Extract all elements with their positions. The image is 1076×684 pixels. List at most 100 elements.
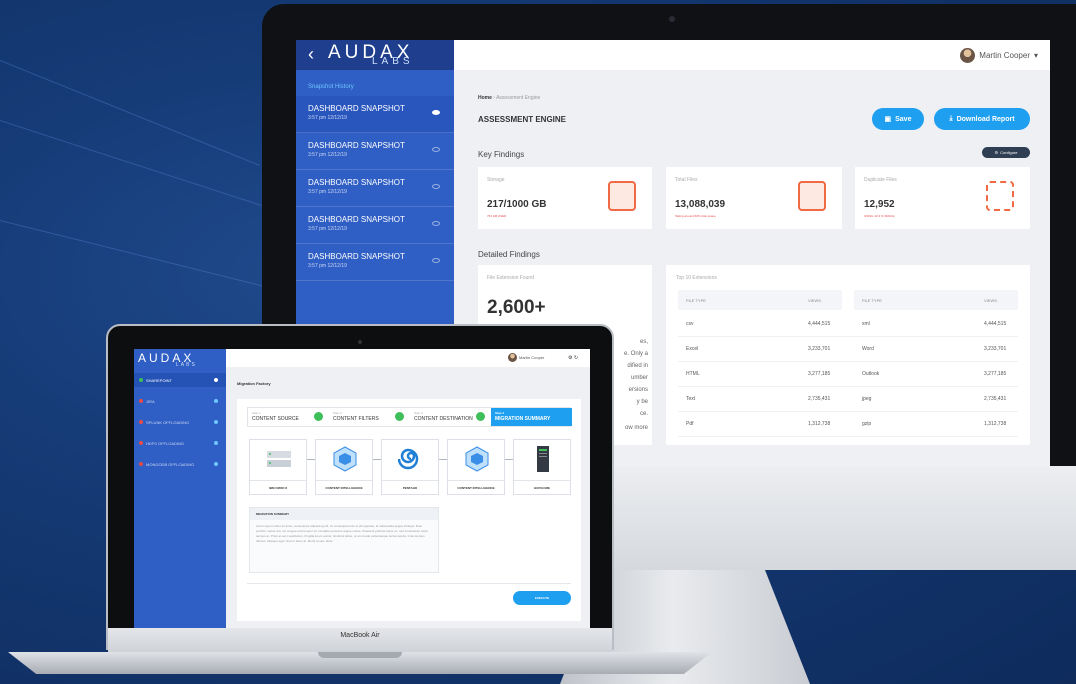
server-rack-icon — [267, 451, 291, 467]
card-sub: USING 10.3 % SPACE — [864, 214, 895, 218]
check-icon — [395, 412, 404, 421]
gear-icon[interactable] — [214, 420, 218, 424]
snapshot-item[interactable]: DASHBOARD SNAPSHOT 3:57 pm 12/12/19 — [296, 207, 454, 244]
flow-caption: PENTAHO — [382, 480, 438, 494]
page-title: ASSESSMENT ENGINE — [478, 115, 567, 124]
document-icon — [798, 181, 826, 211]
flow-node[interactable]: IBM CMOD 8 — [249, 439, 307, 495]
laptop-chin: MacBook Air — [108, 628, 612, 652]
gear-icon[interactable] — [214, 441, 218, 445]
cube-icon — [465, 446, 489, 472]
floppy-icon: ▣ — [884, 116, 892, 123]
user-menu[interactable]: Martin Cooper — [508, 353, 544, 362]
user-menu[interactable]: Martin Cooper ▾ — [960, 48, 1038, 63]
card-value: 217/1000 GB — [487, 199, 547, 210]
imac-camera — [669, 16, 675, 22]
card-text-line: ce. — [639, 411, 648, 417]
save-button[interactable]: ▣ Save — [872, 108, 924, 130]
background-line — [0, 60, 260, 166]
gear-icon[interactable] — [214, 399, 218, 403]
flow-node[interactable]: CONTENT INTELLIGENCE — [447, 439, 505, 495]
breadcrumb-current: Assessment Engine — [496, 95, 541, 101]
sidebar-item[interactable]: JIRA — [134, 394, 226, 408]
gear-icon[interactable]: ⚙ — [568, 355, 572, 361]
status-dot-icon — [139, 420, 143, 424]
card-text-line: dified in — [627, 363, 648, 369]
step-content-source[interactable]: Step 1 CONTENT SOURCE — [248, 408, 329, 426]
summary-title: MIGRATION SUMMARY — [250, 508, 438, 520]
flow-caption: CONTENT INTELLIGENCE — [316, 480, 372, 494]
laptop-model-label: MacBook Air — [340, 632, 380, 639]
snapshot-time: 3:57 pm 12/12/19 — [308, 263, 347, 269]
card-label: Duplicate Files — [864, 177, 897, 183]
table-cell: Text — [686, 396, 696, 402]
sidebar-item[interactable]: HDFS OFFLOADING — [134, 436, 226, 450]
table-cell: 4,444,515 — [808, 321, 831, 327]
flow-node[interactable]: HCP/ACME — [513, 439, 571, 495]
table-cell: jpeg — [862, 396, 872, 402]
laptop-sidebar: AUDAX LABS SHAREPOINT JIRA SPLUNK OFFLOADI… — [134, 349, 226, 628]
table-cell: xml — [862, 321, 870, 327]
flow-node[interactable]: PENTAHO — [381, 439, 439, 495]
flow-caption: CONTENT INTELLIGENCE — [448, 480, 504, 494]
step-content-destination[interactable]: Step 3 CONTENT DESTINATION — [410, 408, 491, 426]
gear-icon[interactable] — [214, 378, 218, 382]
eye-icon[interactable] — [432, 221, 440, 226]
eye-icon[interactable] — [432, 147, 440, 152]
eye-icon[interactable] — [432, 184, 440, 189]
configure-button[interactable]: ⚙ Configure — [982, 147, 1030, 158]
card-value: 2,600+ — [487, 297, 546, 318]
card-value: 12,952 — [864, 199, 895, 210]
table-row-divider — [678, 411, 1018, 412]
laptop-camera — [358, 340, 362, 344]
refresh-icon[interactable]: ↻ — [574, 355, 578, 361]
eye-icon[interactable] — [432, 110, 440, 115]
card-value: 13,088,039 — [675, 199, 726, 210]
execute-button[interactable]: EXECUTE — [513, 591, 571, 605]
step-content-filters[interactable]: Step 2 CONTENT FILTERS — [329, 408, 410, 426]
snapshot-item[interactable]: DASHBOARD SNAPSHOT 3:57 pm 12/12/19 — [296, 96, 454, 133]
swirl-icon — [398, 448, 419, 470]
table-cell: 3,277,185 — [984, 371, 1007, 377]
user-name: Martin Cooper — [519, 355, 545, 360]
download-report-button[interactable]: ⤓ Download Report — [934, 108, 1030, 130]
sidebar-item[interactable]: SHAREPOINT — [134, 373, 226, 387]
card-sub: Taking around 60% disk space — [675, 214, 716, 218]
sidebar-item-label: MONGODB OFFLOADING — [146, 461, 195, 467]
duplicate-files-card: Duplicate Files 12,952 USING 10.3 % SPAC… — [855, 167, 1030, 229]
brand-logo-sub: LABS — [372, 56, 414, 67]
sidebar-item[interactable]: SPLUNK OFFLOADING — [134, 415, 226, 429]
snapshot-item[interactable]: DASHBOARD SNAPSHOT 3:57 pm 12/12/19 — [296, 133, 454, 170]
stepper: Step 1 CONTENT SOURCE Step 2 CONTENT FIL… — [247, 407, 572, 427]
gear-icon: ⚙ — [994, 150, 999, 155]
sidebar-item[interactable]: MONGODB OFFLOADING — [134, 457, 226, 471]
configure-label: Configure — [1000, 150, 1018, 155]
snapshot-item[interactable]: DASHBOARD SNAPSHOT 3:57 pm 12/12/19 — [296, 170, 454, 207]
table-cell: Outlook — [862, 371, 880, 377]
flow-node[interactable]: CONTENT INTELLIGENCE — [315, 439, 373, 495]
breadcrumb-home[interactable]: Home — [478, 95, 492, 101]
avatar — [960, 48, 976, 63]
chevron-left-icon[interactable]: ‹ — [308, 44, 314, 65]
caret-down-icon: ▾ — [1033, 51, 1038, 60]
table-cell: 3,233,701 — [984, 346, 1007, 352]
hard-drive-icon — [608, 181, 636, 211]
snapshot-item[interactable]: DASHBOARD SNAPSHOT 3:57 pm 12/12/19 — [296, 244, 454, 281]
table-cell: 2,735,431 — [984, 396, 1007, 402]
eye-icon[interactable] — [432, 258, 440, 263]
brand-header: ‹ AUDAX LABS — [296, 40, 454, 70]
step-number: Step 4 — [495, 411, 505, 415]
check-icon — [476, 412, 485, 421]
step-migration-summary[interactable]: Step 4 MIGRATION SUMMARY — [491, 408, 572, 426]
snapshot-name: DASHBOARD SNAPSHOT — [308, 252, 405, 261]
laptop-notch — [318, 652, 402, 658]
gear-icon[interactable] — [214, 462, 218, 466]
table-cell: Word — [862, 346, 874, 352]
user-name: Martin Cooper — [979, 51, 1030, 60]
header-icons: ⚙ ↻ — [568, 355, 578, 361]
show-more-link[interactable]: ow more — [625, 425, 648, 431]
table-row-divider — [678, 386, 1018, 387]
snapshot-time: 3:57 pm 12/12/19 — [308, 115, 347, 121]
table-cell: 1,312,738 — [808, 421, 831, 427]
snapshot-time: 3:57 pm 12/12/19 — [308, 189, 347, 195]
